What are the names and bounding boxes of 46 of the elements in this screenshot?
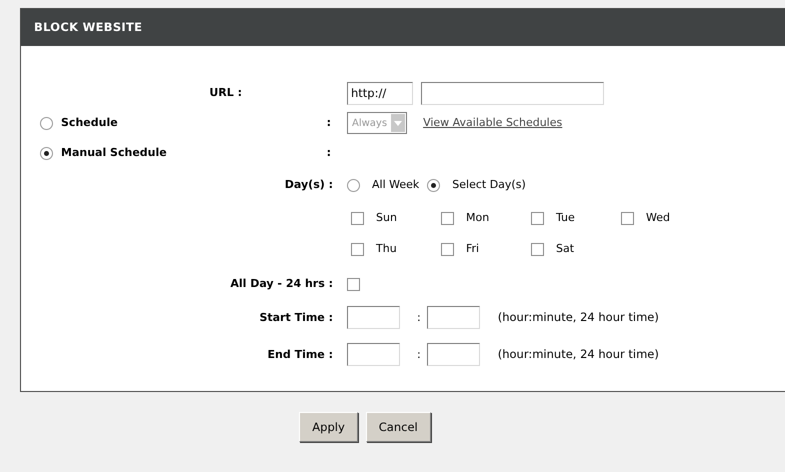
day-label: Wed	[646, 210, 670, 226]
apply-button[interactable]: Apply	[299, 412, 358, 442]
panel-title: BLOCK WEBSITE	[21, 9, 785, 46]
checkbox[interactable]	[531, 242, 544, 256]
separator-text: :	[417, 346, 421, 362]
checkbox[interactable]	[621, 212, 634, 225]
day-label: Mon	[466, 210, 490, 226]
cancel-button[interactable]: Cancel	[366, 412, 431, 442]
radio-button[interactable]	[40, 116, 53, 130]
checkbox[interactable]	[441, 242, 454, 256]
day-label: Tue	[556, 210, 575, 226]
radio-button[interactable]	[427, 178, 440, 192]
url-field[interactable]	[421, 82, 604, 105]
day-label: Fri	[466, 240, 480, 257]
option-label: Schedule	[61, 115, 118, 131]
schedule-select: Always	[347, 112, 408, 134]
hint-text: (hour:minute, 24 hour time)	[498, 346, 659, 364]
url-prefix-field[interactable]: http://	[347, 82, 413, 105]
schedules-link[interactable]: View Available Schedules	[423, 115, 562, 132]
separator-text: :	[417, 310, 421, 326]
field-label: End Time :	[266, 346, 334, 362]
field-label: All Day - 24 hrs :	[229, 276, 334, 292]
option-label: Select Day(s)	[452, 177, 526, 193]
day-label: Thu	[376, 240, 397, 257]
colon-text: :	[326, 115, 331, 131]
option-label: All Week	[372, 177, 420, 193]
checkbox[interactable]	[531, 212, 544, 225]
checkbox[interactable]	[351, 212, 364, 225]
checkbox[interactable]	[441, 212, 454, 225]
radio-button[interactable]	[347, 178, 360, 192]
caret-icon	[394, 120, 402, 126]
minute-field[interactable]	[426, 343, 480, 366]
field-label: Start Time :	[258, 310, 334, 326]
minute-field[interactable]	[426, 306, 480, 330]
radio-button[interactable]	[40, 146, 53, 160]
hour-field[interactable]	[347, 343, 400, 366]
hint-text: (hour:minute, 24 hour time)	[498, 309, 659, 326]
day-label: Sun	[376, 210, 397, 226]
hour-field[interactable]	[347, 306, 400, 330]
field-label: Day(s) :	[284, 177, 334, 193]
option-label: Manual Schedule	[61, 145, 167, 161]
colon-text: :	[326, 145, 331, 161]
checkbox[interactable]	[351, 242, 364, 256]
checkbox[interactable]	[347, 278, 360, 291]
day-label: Sat	[556, 240, 574, 257]
field-label: URL :	[208, 85, 243, 101]
